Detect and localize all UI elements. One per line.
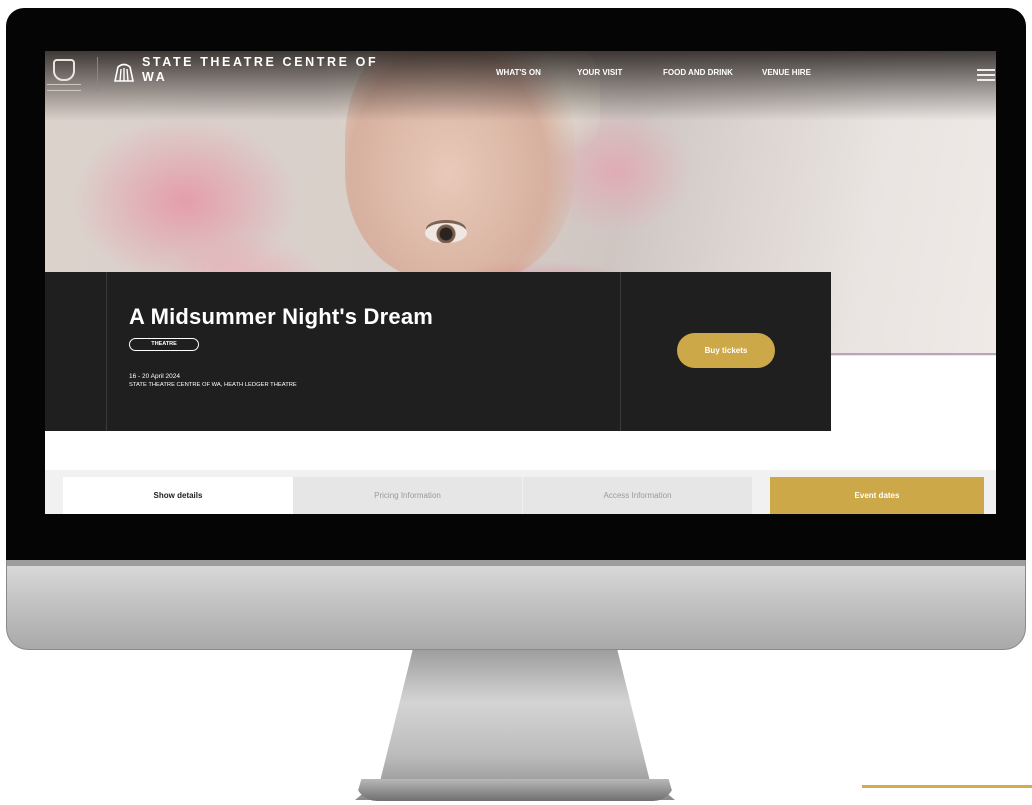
hero-divider-line — [831, 353, 996, 355]
theatre-logo-icon[interactable] — [113, 61, 135, 83]
nav-item-your-visit[interactable]: YOUR VISIT — [577, 68, 663, 77]
nav-item-venue-hire[interactable]: VENUE HIRE — [762, 68, 842, 77]
site-logo-text[interactable]: STATE THEATRE CENTRE OF WA — [142, 55, 382, 85]
main-nav: WHAT'S ON YOUR VISIT FOOD AND DRINK VENU… — [496, 68, 842, 77]
event-title: A Midsummer Night's Dream — [129, 304, 434, 329]
hamburger-menu-icon[interactable] — [977, 69, 995, 81]
website-screen: STATE THEATRE CENTRE OF WA WHAT'S ON YOU… — [45, 51, 996, 514]
monitor-stand — [355, 650, 675, 800]
card-divider-right — [620, 272, 621, 431]
event-dates: 16 - 20 April 2024 — [129, 373, 180, 380]
tab-show-details[interactable]: Show details — [63, 477, 293, 514]
site-header: STATE THEATRE CENTRE OF WA WHAT'S ON YOU… — [45, 51, 996, 101]
header-divider — [97, 57, 98, 91]
government-crest-caption — [47, 84, 81, 91]
hero-eye — [425, 223, 467, 243]
decorative-gold-line — [862, 785, 1032, 788]
category-tag[interactable]: THEATRE — [129, 338, 199, 351]
event-venue: STATE THEATRE CENTRE OF WA, HEATH LEDGER… — [129, 382, 297, 388]
tab-pricing-information[interactable]: Pricing Information — [293, 477, 522, 514]
tab-access-information[interactable]: Access Information — [523, 477, 752, 514]
government-crest-icon[interactable] — [53, 59, 75, 81]
nav-item-whats-on[interactable]: WHAT'S ON — [496, 68, 577, 77]
monitor-chin — [6, 560, 1026, 650]
event-dates-button[interactable]: Event dates — [770, 477, 984, 514]
nav-item-food-and-drink[interactable]: FOOD AND DRINK — [663, 68, 762, 77]
buy-tickets-button[interactable]: Buy tickets — [677, 333, 775, 368]
monitor-stand-base — [355, 779, 675, 801]
event-card: A Midsummer Night's Dream THEATRE 16 - 2… — [45, 272, 831, 431]
card-divider-left — [106, 272, 107, 431]
